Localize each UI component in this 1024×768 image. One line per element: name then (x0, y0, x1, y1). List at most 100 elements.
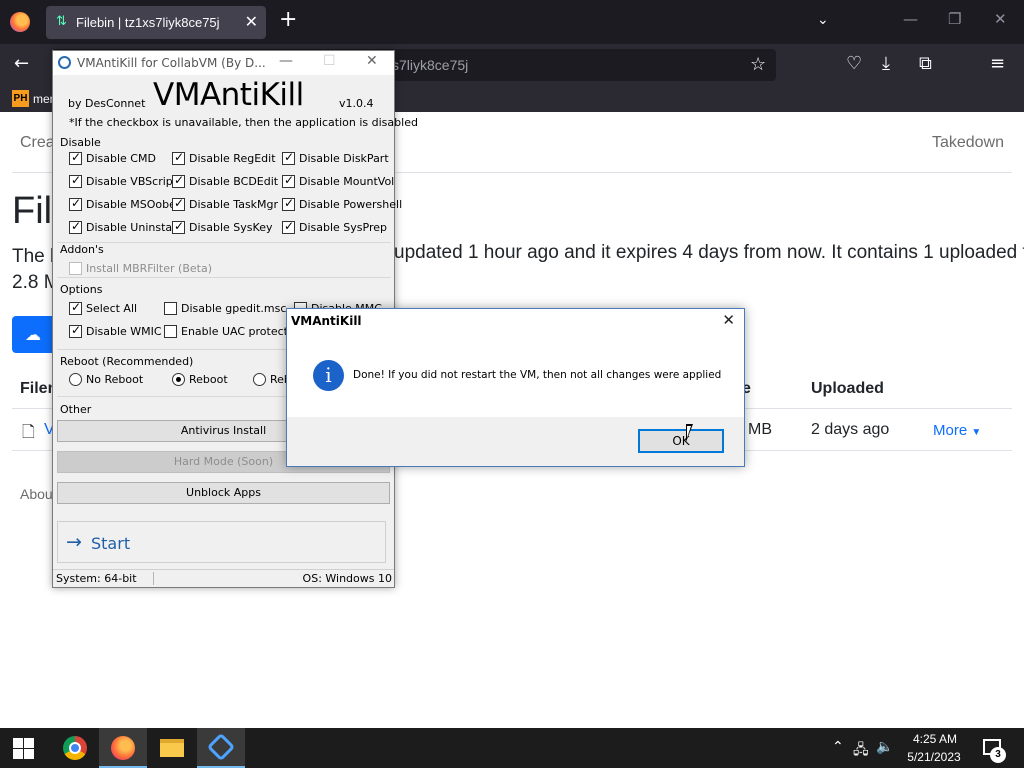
tab-close-icon[interactable]: ✕ (245, 12, 258, 31)
checkbox-label: Disable WMIC (86, 325, 162, 338)
checkbox-label: Disable DiskPart (299, 152, 389, 165)
pocket-icon[interactable]: ♡ (846, 54, 862, 74)
notification-count-badge: 3 (990, 747, 1006, 763)
file-size: MB (748, 421, 772, 438)
window-close-button[interactable]: ✕ (994, 10, 1007, 28)
checkbox-box (69, 300, 82, 315)
dialog-close-icon[interactable]: ✕ (722, 311, 735, 329)
checkbox-box (282, 219, 295, 234)
vmantikill-titlebar[interactable]: VMAntiKill for CollabVM (By D... — ☐ ✕ (53, 51, 394, 75)
unblock-apps-button[interactable]: Unblock Apps (57, 482, 390, 504)
status-system: System: 64-bit (56, 572, 137, 585)
more-dropdown-button[interactable]: More ▼ (933, 422, 981, 439)
app-title: VMAntiKill (153, 77, 304, 113)
close-button[interactable]: ✕ (366, 53, 378, 69)
vmantikill-icon (206, 732, 236, 762)
radio-circle (253, 373, 266, 386)
nav-takedown-link[interactable]: Takedown (932, 134, 1004, 152)
mouse-cursor-icon (686, 424, 693, 442)
arrow-right-icon: → (66, 531, 82, 553)
dialog-message: Done! If you did not restart the VM, the… (353, 369, 722, 381)
checkbox-box (282, 150, 295, 165)
page-description: updated 1 hour ago and it expires 4 days… (394, 242, 1024, 263)
radio-label: Reboot (189, 373, 228, 386)
browser-tab-active[interactable]: ⇅ Filebin | tz1xs7liyk8ce75j ✕ (46, 6, 266, 39)
file-uploaded: 2 days ago (811, 421, 890, 438)
filebin-favicon-icon: ⇅ (56, 14, 67, 29)
file-icon: 🗋 (22, 422, 35, 441)
section-addons-label: Addon's (60, 243, 104, 256)
info-icon: i (313, 360, 344, 391)
ok-button[interactable]: OK (638, 429, 724, 453)
checkbox-box (69, 323, 82, 338)
list-all-tabs-chevron-icon[interactable]: ⌄ (817, 12, 829, 28)
checkbox-box (282, 173, 295, 188)
radio-label: No Reboot (86, 373, 144, 386)
network-icon[interactable]: 🖧 (853, 739, 869, 763)
checkbox-box (172, 150, 185, 165)
checkbox-box (69, 173, 82, 188)
checkbox-box (164, 302, 177, 315)
cloud-download-icon: ☁ (25, 325, 41, 344)
checkbox-box (69, 196, 82, 211)
checkbox-label: Disable VBScript (86, 175, 178, 188)
start-button[interactable]: → Start (57, 521, 386, 563)
firefox-menu-icon[interactable] (10, 12, 30, 32)
checkbox-label: Disable MountVol (299, 175, 395, 188)
checkbox-label: Disable RegEdit (189, 152, 276, 165)
checkbox-box (172, 219, 185, 234)
section-disable-label: Disable (60, 136, 101, 149)
section-other-label: Other (60, 403, 92, 416)
checkbox-label: Disable Powershell (299, 198, 403, 211)
taskbar-file-explorer[interactable] (148, 728, 196, 768)
checkbox-box (172, 173, 185, 188)
taskbar-firefox[interactable] (99, 728, 147, 768)
checkbox-label: Select All (86, 302, 138, 315)
radio-circle (172, 373, 185, 386)
bookmark-star-icon[interactable]: ☆ (750, 55, 766, 75)
app-logo-icon (58, 56, 71, 69)
dialog-footer: OK (287, 417, 744, 466)
status-divider (153, 572, 154, 585)
taskbar: ⌃ 🖧 🔈 4:25 AM 5/21/2023 3 (0, 728, 1024, 768)
separator (57, 277, 391, 278)
new-tab-button[interactable]: + (279, 9, 297, 31)
clock-time[interactable]: 4:25 AM (904, 732, 966, 746)
radio-circle (69, 373, 82, 386)
window-minimize-button[interactable]: — (903, 10, 918, 28)
taskbar-chrome[interactable] (50, 728, 98, 768)
start-label: Start (91, 534, 131, 553)
checkbox-label: Disable SysKey (189, 221, 273, 234)
status-bar: System: 64-bit OS: Windows 10 (53, 569, 394, 587)
taskbar-vmantikill[interactable] (197, 728, 245, 768)
downloads-icon[interactable]: ⤓ (882, 54, 890, 74)
version-label: v1.0.4 (339, 97, 374, 110)
more-label: More (933, 422, 968, 439)
status-os: OS: Windows 10 (302, 572, 392, 585)
browser-tab-bar: ⇅ Filebin | tz1xs7liyk8ce75j ✕ + ⌄ — ❐ ✕ (0, 0, 1024, 44)
clock-date[interactable]: 5/21/2023 (900, 750, 968, 764)
checkbox-label: Install MBRFilter (Beta) (86, 262, 212, 275)
checkbox-label: Disable TaskMgr (189, 198, 279, 211)
checkbox-label: Disable SysPrep (299, 221, 387, 234)
minimize-button[interactable]: — (279, 53, 293, 69)
section-reboot-label: Reboot (Recommended) (60, 355, 194, 368)
show-hidden-icons-chevron-icon[interactable]: ⌃ (832, 739, 844, 755)
maximize-button: ☐ (323, 53, 336, 69)
author-label: by DesConnet (68, 97, 146, 110)
tab-title: Filebin | tz1xs7liyk8ce75j (76, 15, 220, 30)
caret-down-icon: ▼ (971, 427, 982, 438)
volume-muted-icon[interactable]: 🔈 (876, 739, 893, 755)
bookmark-favicon-icon: PH (12, 90, 29, 107)
back-arrow-icon[interactable]: ← (14, 54, 29, 74)
checkbox-box (69, 150, 82, 165)
hamburger-menu-icon[interactable]: ≡ (990, 54, 1005, 74)
extensions-icon[interactable]: ⧉ (919, 54, 932, 74)
checkbox-label: Disable BCDEdit (189, 175, 279, 188)
windows-start-icon[interactable] (13, 738, 34, 759)
checkbox-box (69, 262, 82, 275)
window-restore-button[interactable]: ❐ (948, 10, 961, 28)
checkbox-label: Disable gpedit.msc (181, 302, 287, 315)
window-title: VMAntiKill for CollabVM (By D... (77, 56, 266, 70)
checkbox-box (172, 196, 185, 211)
